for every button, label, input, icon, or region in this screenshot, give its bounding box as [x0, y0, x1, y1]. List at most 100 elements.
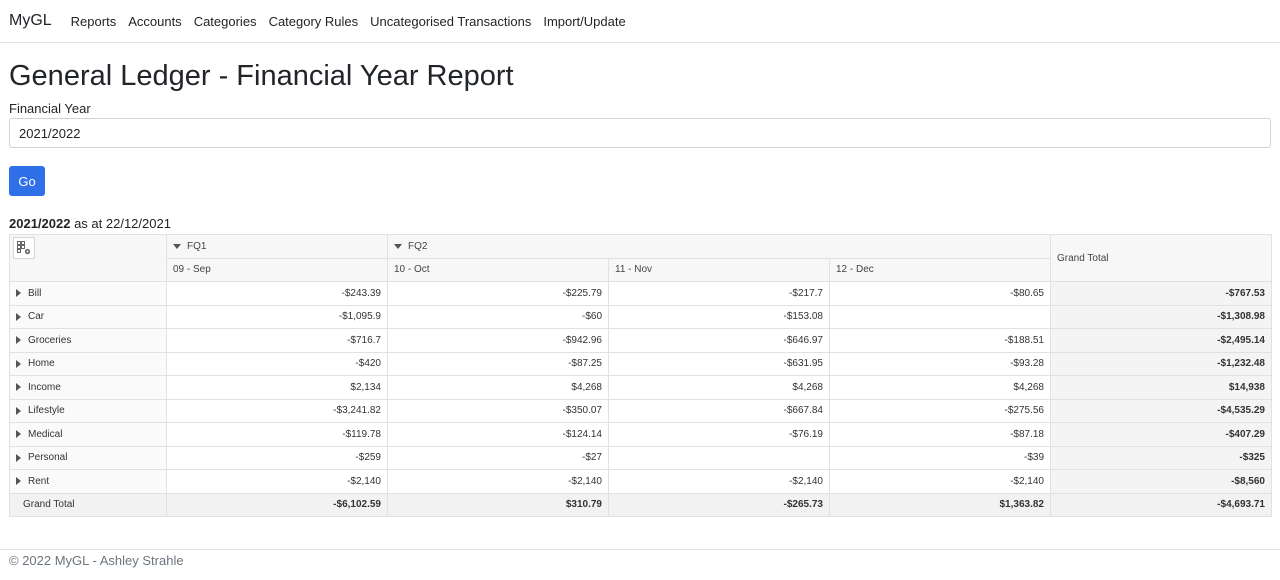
expand-icon[interactable]	[16, 312, 21, 321]
table-row: Groceries -$716.7 -$942.96 -$646.97 -$188.51…	[9, 328, 1272, 353]
expand-icon[interactable]	[16, 336, 21, 345]
row-header[interactable]: Income	[9, 375, 167, 400]
row-label: Personal	[28, 452, 68, 464]
row-header[interactable]: Groceries	[9, 328, 167, 353]
footer: © 2022 MyGL - Ashley Strahle	[0, 549, 1280, 568]
collapse-icon[interactable]	[394, 243, 402, 249]
nav-link-uncategorised-transactions[interactable]: Uncategorised Transactions	[370, 14, 531, 29]
table-row: Medical -$119.78 -$124.14 -$76.19 -$87.18 -$4…	[9, 422, 1272, 447]
month-header-dec: 12 - Dec	[829, 257, 1051, 282]
report-year: 2021/2022	[9, 216, 71, 231]
row-grand-total: $14,938	[1050, 375, 1272, 400]
table-cell: -$942.96	[387, 328, 609, 353]
table-cell: -$275.56	[829, 398, 1051, 423]
quarter-header-fq1[interactable]: FQ1	[166, 234, 388, 259]
grid-settings-icon[interactable]	[13, 237, 35, 259]
nav-link-category-rules[interactable]: Category Rules	[269, 14, 359, 29]
expand-icon[interactable]	[16, 359, 21, 368]
table-row: Rent -$2,140 -$2,140 -$2,140 -$2,140 -$8,560	[9, 469, 1272, 494]
expand-icon[interactable]	[16, 406, 21, 415]
table-cell: -$420	[166, 351, 388, 376]
table-cell: $4,268	[387, 375, 609, 400]
grand-total-oct: $310.79	[387, 492, 609, 517]
pivot-table: FQ1 FQ2 Grand Total 09 - Sep 10 - Oct 11…	[9, 234, 1272, 517]
row-grand-total: -$4,535.29	[1050, 398, 1272, 423]
table-cell: -$27	[387, 445, 609, 470]
nav-link-categories[interactable]: Categories	[194, 14, 257, 29]
table-cell: $4,268	[608, 375, 830, 400]
table-cell: -$153.08	[608, 304, 830, 329]
table-cell: -$646.97	[608, 328, 830, 353]
row-label: Medical	[28, 428, 63, 440]
navbar: MyGL Reports Accounts Categories Categor…	[0, 0, 1280, 43]
table-cell: -$124.14	[387, 422, 609, 447]
row-grand-total: -$2,495.14	[1050, 328, 1272, 353]
row-header[interactable]: Car	[9, 304, 167, 329]
table-row: Lifestyle -$3,241.82 -$350.07 -$667.84 -$275…	[9, 398, 1272, 423]
row-grand-total: -$325	[1050, 445, 1272, 470]
report-as-at: as at 22/12/2021	[74, 216, 171, 231]
expand-icon[interactable]	[16, 383, 21, 392]
month-header-nov: 11 - Nov	[608, 257, 830, 282]
table-cell: -$1,095.9	[166, 304, 388, 329]
table-cell: -$87.25	[387, 351, 609, 376]
row-label: Bill	[28, 287, 42, 299]
row-header[interactable]: Bill	[9, 281, 167, 306]
table-cell: -$93.28	[829, 351, 1051, 376]
table-cell: -$631.95	[608, 351, 830, 376]
financial-year-input[interactable]	[9, 118, 1271, 148]
grand-total-overall: -$4,693.71	[1050, 492, 1272, 517]
table-cell: -$350.07	[387, 398, 609, 423]
table-cell: $4,268	[829, 375, 1051, 400]
table-cell: -$80.65	[829, 281, 1051, 306]
nav-link-reports[interactable]: Reports	[71, 14, 117, 29]
collapse-icon[interactable]	[173, 243, 181, 249]
quarter-header-fq2[interactable]: FQ2	[387, 234, 1051, 259]
page-title: General Ledger - Financial Year Report	[9, 60, 514, 92]
expand-icon[interactable]	[16, 453, 21, 462]
table-cell: -$119.78	[166, 422, 388, 447]
table-cell: -$87.18	[829, 422, 1051, 447]
pivot-body: Bill -$243.39 -$225.79 -$217.7 -$80.65 -$767.…	[9, 281, 1272, 494]
table-cell: -$243.39	[166, 281, 388, 306]
table-cell: -$3,241.82	[166, 398, 388, 423]
pivot-corner	[9, 234, 167, 282]
go-button[interactable]: Go	[9, 166, 45, 196]
grand-total-sep: -$6,102.59	[166, 492, 388, 517]
expand-icon[interactable]	[16, 289, 21, 298]
table-cell: -$667.84	[608, 398, 830, 423]
row-header[interactable]: Personal	[9, 445, 167, 470]
expand-icon[interactable]	[16, 477, 21, 486]
grand-total-row: Grand Total -$6,102.59 $310.79 -$265.73 …	[9, 492, 1272, 517]
nav-link-accounts[interactable]: Accounts	[128, 14, 181, 29]
grand-total-header: Grand Total	[1050, 234, 1272, 282]
row-header[interactable]: Rent	[9, 469, 167, 494]
month-header-sep: 09 - Sep	[166, 257, 388, 282]
row-label: Rent	[28, 475, 50, 487]
nav-link-import-update[interactable]: Import/Update	[543, 14, 625, 29]
table-cell: -$716.7	[166, 328, 388, 353]
table-cell: -$2,140	[387, 469, 609, 494]
report-heading: 2021/2022 as at 22/12/2021	[9, 216, 171, 231]
row-grand-total: -$407.29	[1050, 422, 1272, 447]
table-cell	[608, 445, 830, 470]
expand-icon[interactable]	[16, 430, 21, 439]
quarter-header-row: FQ1 FQ2 Grand Total	[9, 234, 1272, 282]
row-header[interactable]: Lifestyle	[9, 398, 167, 423]
row-grand-total: -$8,560	[1050, 469, 1272, 494]
table-cell: -$259	[166, 445, 388, 470]
row-header[interactable]: Home	[9, 351, 167, 376]
row-grand-total: -$767.53	[1050, 281, 1272, 306]
row-label: Income	[28, 381, 61, 393]
table-cell: -$60	[387, 304, 609, 329]
table-cell: $2,134	[166, 375, 388, 400]
row-header[interactable]: Medical	[9, 422, 167, 447]
financial-year-label: Financial Year	[9, 101, 91, 116]
table-cell: -$2,140	[608, 469, 830, 494]
brand-link[interactable]: MyGL	[9, 12, 52, 30]
row-label: Lifestyle	[28, 405, 65, 417]
grand-total-dec: $1,363.82	[829, 492, 1051, 517]
table-cell: -$217.7	[608, 281, 830, 306]
row-label: Groceries	[28, 334, 72, 346]
table-cell	[829, 304, 1051, 329]
